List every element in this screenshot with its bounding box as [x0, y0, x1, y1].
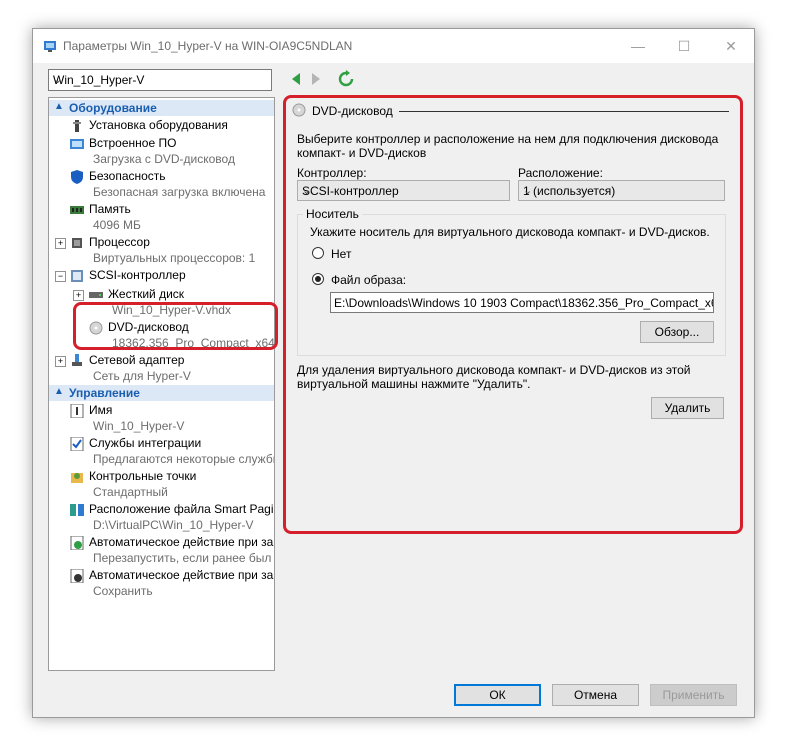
memory-icon [70, 206, 84, 214]
tree-item-label: Жесткий диск [108, 287, 185, 301]
checkpoint-icon [71, 473, 83, 483]
tree-item-label: Имя [89, 403, 113, 417]
section-management-label: Управление [69, 386, 140, 400]
tree-item-sub: Сохранить [93, 584, 153, 598]
close-button[interactable]: ✕ [708, 33, 754, 59]
tree-item-sub: Безопасная загрузка включена [93, 185, 266, 199]
tree-item-sub: Загрузка с DVD-дисковод [93, 152, 235, 166]
hard-disk-icon [89, 292, 103, 298]
settings-window: Параметры Win_10_Hyper-V на WIN-OIA9C5ND… [32, 28, 755, 718]
window-title: Параметры Win_10_Hyper-V на WIN-OIA9C5ND… [63, 39, 353, 53]
tree-item-sub: D:\VirtualPC\Win_10_Hyper-V [93, 518, 254, 532]
tree-item-sub: Виртуальных процессоров: 1 [93, 251, 256, 265]
section-hardware-label: Оборудование [69, 101, 157, 115]
shield-icon [71, 170, 83, 184]
tree-item-sub: Сеть для Hyper-V [93, 369, 191, 383]
name-icon [70, 404, 84, 418]
highlight-dvd-panel [283, 95, 743, 534]
tree-item-sub: Стандартный [93, 485, 168, 499]
chevron-down-icon: ⌄ [53, 74, 63, 86]
tree-item-sub: Предлагаются некоторые службы [93, 452, 275, 466]
auto-start-icon [70, 536, 84, 550]
tree-item-label: Контрольные точки [89, 469, 197, 483]
title-bar: Параметры Win_10_Hyper-V на WIN-OIA9C5ND… [33, 29, 754, 63]
tree-item-label: Сетевой адаптер [89, 353, 185, 367]
expand-icon[interactable]: + [73, 290, 84, 301]
refresh-icon[interactable] [338, 70, 354, 88]
hyper-v-icon [44, 41, 56, 52]
integration-services-icon [70, 437, 84, 451]
forward-arrow-icon[interactable] [308, 70, 324, 88]
maximize-button[interactable]: ☐ [661, 33, 707, 59]
tree-item-label: Процессор [89, 235, 150, 249]
tree-item-label: Память [89, 202, 131, 216]
tree-item-label: Расположение файла Smart Paging [89, 502, 275, 516]
expand-icon[interactable]: + [55, 238, 66, 249]
ok-button[interactable]: ОК [454, 684, 541, 706]
collapse-icon[interactable]: − [55, 271, 66, 282]
section-management[interactable]: ▲ Управление [49, 385, 274, 401]
tree-item-sub: Перезапустить, если ранее был ... [93, 551, 275, 565]
processor-icon [72, 238, 82, 248]
tree-item-label: Установка оборудования [89, 118, 228, 132]
minimize-button[interactable]: — [615, 33, 661, 59]
collapse-arrow-icon: ▲ [54, 101, 64, 112]
cancel-button[interactable]: Отмена [552, 684, 639, 706]
network-adapter-icon [72, 354, 82, 366]
collapse-arrow-icon: ▲ [54, 386, 64, 397]
tree-item-label: Встроенное ПО [89, 136, 177, 150]
back-arrow-icon[interactable] [288, 70, 304, 88]
tree-item-sub: Win_10_Hyper-V [93, 419, 185, 433]
settings-tree: ▲ Оборудование Установка оборудования Вс… [48, 97, 275, 671]
tree-item-sub: 4096 МБ [93, 218, 141, 232]
vm-select[interactable]: Win_10_Hyper-V ⌄ [48, 69, 272, 91]
highlight-dvd-item [73, 302, 278, 350]
tree-item-label: SCSI-контроллер [89, 268, 186, 282]
tree-item-label: Автоматическое действие при за... [89, 535, 275, 549]
scsi-icon [71, 270, 83, 282]
auto-stop-icon [70, 569, 84, 583]
smart-paging-icon [70, 504, 84, 516]
expand-icon[interactable]: + [55, 356, 66, 367]
tree-item-label: Безопасность [89, 169, 166, 183]
section-hardware[interactable]: ▲ Оборудование [49, 100, 274, 116]
hardware-add-icon [73, 120, 81, 132]
firmware-icon [70, 139, 84, 149]
tree-item-label: Службы интеграции [89, 436, 202, 450]
tree-item-label: Автоматическое действие при за... [89, 568, 275, 582]
apply-button[interactable]: Применить [650, 684, 737, 706]
